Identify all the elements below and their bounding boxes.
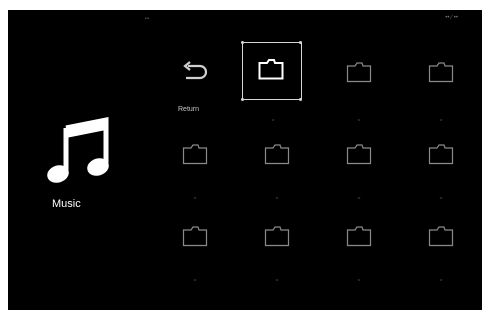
folder-icon	[346, 144, 372, 165]
folder-icon	[182, 144, 208, 165]
category-panel: Music	[44, 114, 130, 218]
music-note-icon	[47, 116, 109, 183]
selection-corner	[241, 98, 244, 101]
folder-icon	[346, 62, 372, 83]
status-indicator-right: •• ⁄ ••	[445, 15, 458, 21]
folder-label: ••	[439, 195, 443, 200]
folder-tile[interactable]: ••	[408, 48, 474, 122]
folder-icon	[428, 226, 454, 247]
folder-tile[interactable]: ••	[162, 130, 228, 200]
folder-label: ••	[193, 277, 197, 282]
folder-tile[interactable]: ••	[244, 212, 310, 282]
folder-label: ••	[275, 277, 279, 282]
folder-icon	[264, 144, 290, 165]
folder-tile[interactable]: ••	[326, 48, 392, 122]
folder-icon	[346, 226, 372, 247]
folder-tile[interactable]: ••	[162, 212, 228, 282]
media-browser-screen: •• •• ⁄ •• Music Return •• •• •• •• •• •…	[8, 10, 482, 310]
folder-icon	[428, 62, 454, 83]
folder-icon	[264, 226, 290, 247]
return-button[interactable]: Return	[166, 48, 232, 113]
folder-tile[interactable]: ••	[244, 130, 310, 200]
folder-tile[interactable]: ••	[408, 212, 474, 282]
folder-label: ••	[439, 117, 443, 122]
folder-label: ••	[275, 195, 279, 200]
back-arrow-icon	[183, 61, 208, 80]
folder-label: ••	[271, 117, 275, 122]
folder-label: ••	[357, 277, 361, 282]
selection-corner	[299, 41, 302, 44]
folder-icon	[258, 59, 284, 80]
category-label: Music	[52, 198, 81, 210]
folder-tile[interactable]: ••	[326, 212, 392, 282]
selection-corner	[241, 41, 244, 44]
folder-label: ••	[357, 195, 361, 200]
folder-label: ••	[439, 277, 443, 282]
folder-tile[interactable]: ••	[408, 130, 474, 200]
folder-label: ••	[193, 195, 197, 200]
folder-icon	[182, 226, 208, 247]
folder-label: ••	[357, 117, 361, 122]
status-indicator-left: ••	[145, 16, 150, 22]
return-label: Return	[178, 106, 200, 113]
folder-icon	[428, 144, 454, 165]
selection-corner	[299, 98, 302, 101]
folder-tile[interactable]: ••	[326, 130, 392, 200]
folder-tile[interactable]: ••	[240, 41, 306, 122]
